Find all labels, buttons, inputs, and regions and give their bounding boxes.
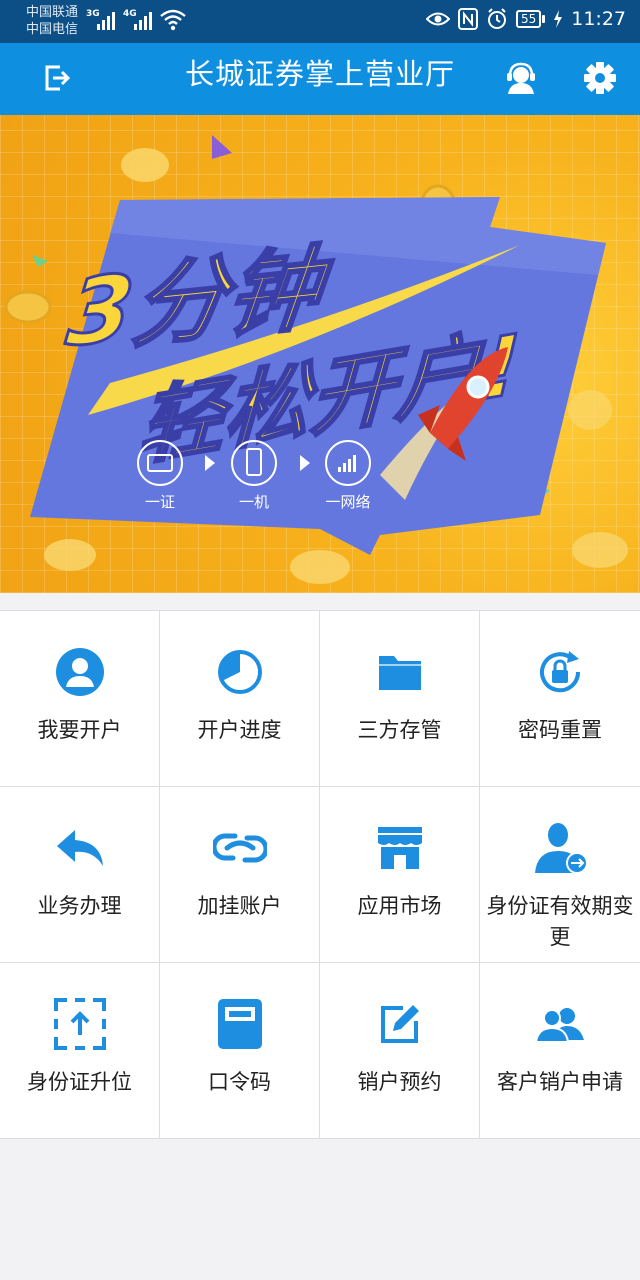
app-header: 长城证券掌上营业厅 bbox=[0, 43, 640, 115]
grid-item-link-account[interactable]: 加挂账户 bbox=[160, 787, 320, 963]
customer-service-icon bbox=[507, 62, 535, 94]
grid-item-password-reset[interactable]: 密码重置 bbox=[480, 611, 640, 787]
users-icon bbox=[534, 1008, 584, 1043]
grid-item-label: 口令码 bbox=[208, 1070, 271, 1094]
grid-item-label: 开户进度 bbox=[197, 718, 282, 742]
user-icon bbox=[55, 648, 104, 696]
eye-icon bbox=[425, 12, 450, 26]
grid-item-label: 加挂账户 bbox=[197, 894, 282, 918]
grid-item-id-upgrade[interactable]: 身份证升位 bbox=[0, 963, 160, 1139]
battery-icon: 55 bbox=[515, 10, 546, 28]
carrier-1: 中国联通 bbox=[26, 5, 79, 20]
status-bar: 中国联通 中国电信 3G 4G 55 11:27 bbox=[0, 0, 640, 43]
grid-item-label: 我要开户 bbox=[37, 718, 122, 742]
charging-icon bbox=[554, 10, 563, 28]
promo-banner[interactable]: 3分钟 轻松开户! 一证 一机 一网络 bbox=[0, 115, 640, 593]
grid-item-label: 密码重置 bbox=[518, 718, 602, 742]
upload-frame-icon bbox=[53, 998, 106, 1050]
signal-icon bbox=[97, 10, 115, 30]
grid-item-token-code[interactable]: 口令码 bbox=[160, 963, 320, 1139]
grid-item-open-account[interactable]: 我要开户 bbox=[0, 611, 160, 787]
settings-button[interactable] bbox=[577, 55, 623, 101]
clock: 11:27 bbox=[571, 8, 626, 30]
section-divider bbox=[0, 593, 640, 610]
token-device-icon bbox=[217, 999, 262, 1049]
page-title: 长城证券掌上营业厅 bbox=[184, 57, 455, 91]
carrier-2: 中国电信 bbox=[26, 22, 79, 37]
banner-artwork: 3分钟 轻松开户! 一证 一机 一网络 bbox=[4, 135, 628, 584]
grid-item-business-handling[interactable]: 业务办理 bbox=[0, 787, 160, 963]
banner-step-3: 一网络 bbox=[325, 493, 370, 511]
user-transfer-icon bbox=[535, 823, 588, 874]
link-icon bbox=[212, 833, 267, 863]
grid-item-account-closure-application[interactable]: 客户销户申请 bbox=[480, 963, 640, 1139]
grid-item-label: 身份证有效期变更 bbox=[486, 894, 634, 949]
function-grid: 我要开户 开户进度 三方存管 密码重置 业务办理 加挂账户 应用市场 身份证有效… bbox=[0, 610, 640, 1139]
gear-icon bbox=[584, 62, 616, 94]
grid-item-label: 客户销户申请 bbox=[497, 1070, 623, 1094]
banner-step-2: 一机 bbox=[239, 493, 269, 511]
grid-item-label: 应用市场 bbox=[357, 894, 442, 918]
grid-item-closure-appointment[interactable]: 销户预约 bbox=[320, 963, 480, 1139]
grid-item-label: 销户预约 bbox=[357, 1070, 442, 1094]
customer-service-button[interactable] bbox=[498, 55, 544, 101]
wifi-icon bbox=[160, 9, 186, 31]
progress-pie-icon bbox=[217, 650, 262, 694]
grid-item-label: 三方存管 bbox=[357, 718, 442, 742]
reply-arrow-icon bbox=[56, 830, 103, 866]
grid-item-id-validity-change[interactable]: 身份证有效期变更 bbox=[480, 787, 640, 963]
grid-item-account-progress[interactable]: 开户进度 bbox=[160, 611, 320, 787]
store-icon bbox=[377, 827, 422, 869]
signal-icon bbox=[134, 10, 152, 30]
folder-icon bbox=[378, 656, 421, 690]
grid-item-label: 业务办理 bbox=[37, 894, 122, 918]
carrier-labels: 中国联通 中国电信 bbox=[26, 4, 78, 38]
edit-icon bbox=[380, 1005, 419, 1043]
lock-reset-icon bbox=[540, 651, 581, 693]
grid-item-third-party-custody[interactable]: 三方存管 bbox=[320, 611, 480, 787]
nfc-icon bbox=[457, 8, 478, 30]
grid-item-app-market[interactable]: 应用市场 bbox=[320, 787, 480, 963]
alarm-icon bbox=[487, 8, 506, 29]
banner-step-1: 一证 bbox=[145, 493, 175, 511]
battery-level: 55 bbox=[515, 10, 542, 28]
grid-item-label: 身份证升位 bbox=[27, 1070, 132, 1094]
